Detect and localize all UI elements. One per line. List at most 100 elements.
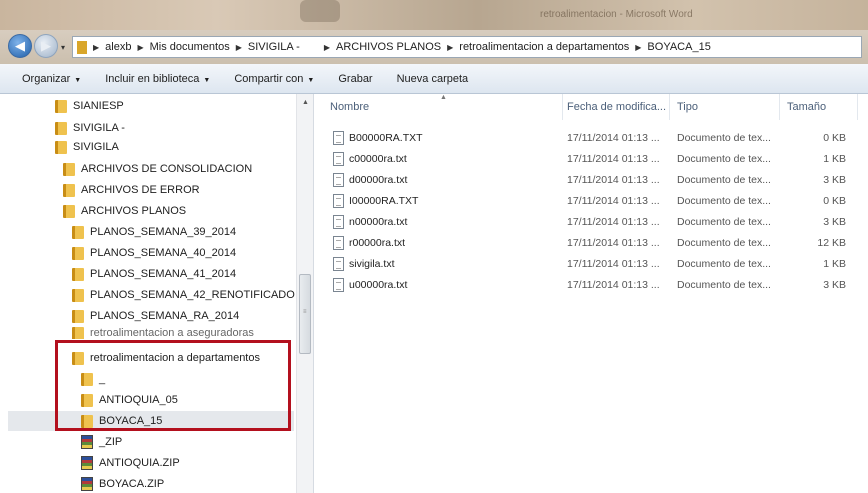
tree-item-antioquia-05[interactable]: ANTIOQUIA_05: [81, 390, 178, 410]
tree-item-planos-40[interactable]: PLANOS_SEMANA_40_2014: [72, 243, 236, 263]
tree-item-sivigila-dash[interactable]: SIVIGILA -: [55, 118, 125, 138]
tree-item-label: _ZIP: [99, 436, 123, 448]
tree-item-label: PLANOS_SEMANA_42_RENOTIFICADO: [90, 289, 295, 301]
file-type: Documento de tex...: [677, 279, 771, 291]
tree-item-boyaca-15[interactable]: BOYACA_15: [8, 411, 294, 431]
file-date: 17/11/2014 01:13 ...: [567, 132, 660, 144]
chevron-right-icon[interactable]: ▶: [324, 43, 330, 52]
zip-archive-icon: [81, 456, 93, 470]
chevron-right-icon[interactable]: ▶: [236, 43, 242, 52]
file-type: Documento de tex...: [677, 258, 771, 270]
share-with-label: Compartir con: [234, 72, 304, 85]
folder-icon: [55, 99, 67, 113]
file-row[interactable]: d00000ra.txt 17/11/2014 01:13 ... Docume…: [315, 170, 868, 191]
command-bar: Organizar ▼ Incluir en biblioteca ▼ Compar…: [0, 64, 868, 94]
file-list: ▲ Nombre Fecha de modifica... Tipo Tamañ…: [315, 94, 868, 493]
file-date: 17/11/2014 01:13 ...: [567, 216, 660, 228]
burn-button[interactable]: Grabar: [326, 73, 384, 85]
forward-arrow-icon: ▶: [41, 38, 51, 53]
breadcrumb-item[interactable]: Mis documentos: [150, 41, 230, 53]
tree-item-label: _: [99, 373, 106, 385]
column-header-date[interactable]: Fecha de modifica...: [560, 94, 670, 120]
file-date: 17/11/2014 01:13 ...: [567, 174, 660, 186]
chevron-right-icon[interactable]: ▶: [93, 43, 99, 52]
breadcrumb-item[interactable]: SIVIGILA -: [248, 41, 300, 53]
folder-icon: [81, 372, 93, 386]
file-type: Documento de tex...: [677, 216, 771, 228]
title-bar-artifact: [300, 0, 340, 22]
file-row[interactable]: I00000RA.TXT 17/11/2014 01:13 ... Docume…: [315, 191, 868, 212]
navigation-pane: SIANIESP SIVIGILA - SIVIGILA ARCHIVOS DE…: [0, 94, 314, 493]
breadcrumb-item[interactable]: BOYACA_15: [647, 41, 710, 53]
forward-button[interactable]: ▶: [34, 34, 58, 58]
folder-icon: [72, 327, 84, 339]
share-with-button[interactable]: Compartir con ▼: [222, 73, 326, 85]
file-date: 17/11/2014 01:13 ...: [567, 195, 660, 207]
tree-item-label: retroalimentacion a aseguradoras: [90, 327, 254, 339]
folder-icon: [72, 288, 84, 302]
file-type: Documento de tex...: [677, 195, 771, 207]
file-row[interactable]: B00000RA.TXT 17/11/2014 01:13 ... Docume…: [315, 128, 868, 149]
file-name: r00000ra.txt: [349, 237, 406, 249]
breadcrumb-item[interactable]: retroalimentacion a departamentos: [459, 41, 629, 53]
new-folder-button[interactable]: Nueva carpeta: [385, 73, 481, 85]
tree-item-antioquia-zip[interactable]: ANTIOQUIA.ZIP: [81, 453, 180, 473]
back-button[interactable]: ◀: [8, 34, 32, 58]
file-name: n00000ra.txt: [349, 216, 408, 228]
chevron-right-icon[interactable]: ▶: [447, 43, 453, 52]
file-name: c00000ra.txt: [349, 153, 407, 165]
file-row[interactable]: r00000ra.txt 17/11/2014 01:13 ... Docume…: [315, 233, 868, 254]
breadcrumb[interactable]: ▶ alexb ▶ Mis documentos ▶ SIVIGILA - ▶ …: [72, 36, 862, 58]
file-size: 3 KB: [823, 279, 846, 291]
file-type: Documento de tex...: [677, 132, 771, 144]
tree-item-sivigila[interactable]: SIVIGILA: [55, 137, 119, 157]
folder-icon: [72, 246, 84, 260]
organize-button[interactable]: Organizar ▼: [0, 73, 93, 85]
tree-item-label: ANTIOQUIA_05: [99, 394, 178, 406]
tree-item-label: BOYACA.ZIP: [99, 478, 165, 490]
file-row[interactable]: n00000ra.txt 17/11/2014 01:13 ... Docume…: [315, 212, 868, 233]
tree-item-sianiesp[interactable]: SIANIESP: [55, 96, 124, 116]
column-header-size[interactable]: Tamaño: [780, 94, 858, 120]
file-size: 3 KB: [823, 174, 846, 186]
tree-item-planos-39[interactable]: PLANOS_SEMANA_39_2014: [72, 222, 236, 242]
folder-icon: [63, 162, 75, 176]
tree-item-archivos-error[interactable]: ARCHIVOS DE ERROR: [63, 180, 200, 200]
tree-item-planos-41[interactable]: PLANOS_SEMANA_41_2014: [72, 264, 236, 284]
file-row[interactable]: sivigila.txt 17/11/2014 01:13 ... Docume…: [315, 254, 868, 275]
breadcrumb-item[interactable]: ARCHIVOS PLANOS: [336, 41, 441, 53]
include-in-library-button[interactable]: Incluir en biblioteca ▼: [93, 73, 222, 85]
tree-item-label: SIVIGILA -: [73, 122, 125, 134]
folder-icon: [81, 414, 93, 428]
tree-item-label: ANTIOQUIA.ZIP: [99, 457, 180, 469]
tree-item-retro-departamentos[interactable]: retroalimentacion a departamentos: [72, 348, 260, 368]
tree-item-archivos-planos[interactable]: ARCHIVOS PLANOS: [63, 201, 186, 221]
file-row[interactable]: u00000ra.txt 17/11/2014 01:13 ... Docume…: [315, 275, 868, 296]
file-type: Documento de tex...: [677, 174, 771, 186]
recent-pages-dropdown[interactable]: ▾: [61, 43, 65, 52]
window-title: retroalimentacion - Microsoft Word: [540, 9, 693, 20]
tree-item-label: ARCHIVOS DE ERROR: [81, 184, 200, 196]
tree-item-archivos-consolidacion[interactable]: ARCHIVOS DE CONSOLIDACION: [63, 159, 252, 179]
tree-item-planos-ra[interactable]: PLANOS_SEMANA_RA_2014: [72, 306, 239, 326]
tree-item-underscore[interactable]: _: [81, 369, 105, 389]
folder-icon: [72, 351, 84, 365]
text-document-icon: [333, 215, 344, 229]
scroll-up-icon[interactable]: ▲: [297, 94, 314, 111]
tree-item-boyaca-zip[interactable]: BOYACA.ZIP: [81, 474, 164, 493]
column-header-name[interactable]: Nombre: [323, 94, 563, 120]
navigation-scrollbar[interactable]: ▲ ≡: [296, 94, 313, 493]
chevron-right-icon[interactable]: ▶: [635, 43, 641, 52]
tree-item-zip[interactable]: _ZIP: [81, 432, 122, 452]
text-document-icon: [333, 278, 344, 292]
scrollbar-thumb[interactable]: ≡: [299, 274, 311, 354]
column-header-type[interactable]: Tipo: [670, 94, 780, 120]
tree-item-planos-42[interactable]: PLANOS_SEMANA_42_RENOTIFICADO: [72, 285, 295, 305]
file-row[interactable]: c00000ra.txt 17/11/2014 01:13 ... Docume…: [315, 149, 868, 170]
file-name: I00000RA.TXT: [349, 195, 419, 207]
breadcrumb-item[interactable]: alexb: [105, 41, 131, 53]
chevron-right-icon[interactable]: ▶: [137, 43, 143, 52]
file-date: 17/11/2014 01:13 ...: [567, 258, 660, 270]
tree-item-retro-aseguradoras[interactable]: retroalimentacion a aseguradoras: [72, 327, 254, 339]
file-date: 17/11/2014 01:13 ...: [567, 237, 660, 249]
